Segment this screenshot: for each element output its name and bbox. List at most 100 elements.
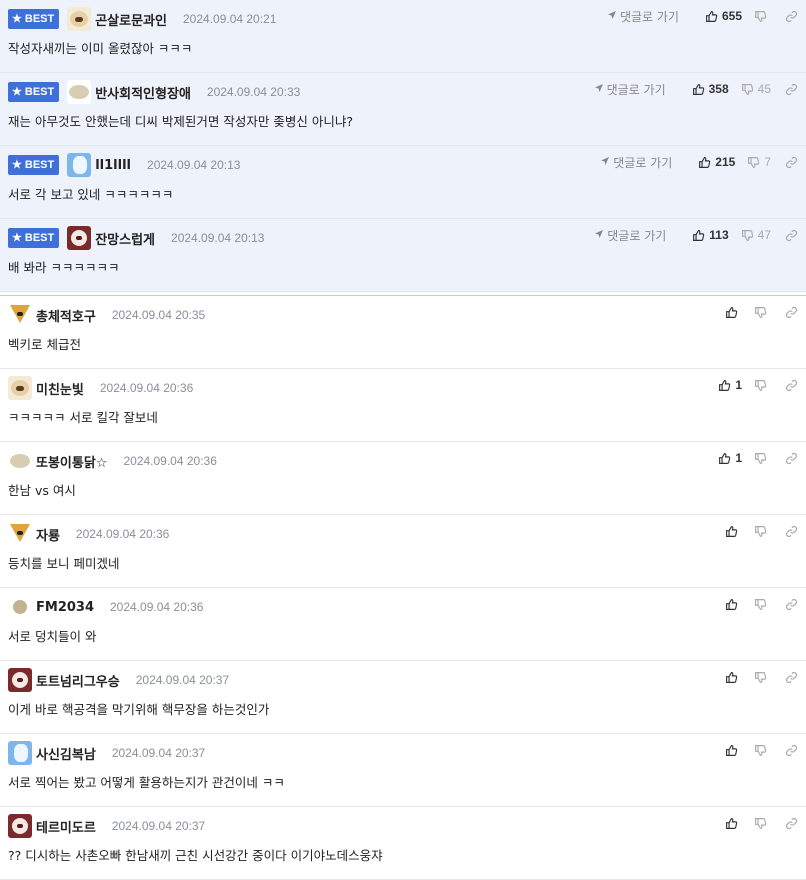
downvote-button[interactable]: 45 bbox=[741, 82, 771, 96]
copy-link-icon[interactable] bbox=[785, 525, 798, 538]
upvote-count: 1 bbox=[735, 378, 742, 392]
downvote-count: 47 bbox=[757, 228, 771, 242]
copy-link-icon[interactable] bbox=[785, 817, 798, 830]
comment-date: 2024.09.04 20:37 bbox=[111, 746, 206, 760]
upvote-button[interactable] bbox=[725, 744, 742, 757]
thumbs-down-icon bbox=[754, 306, 767, 319]
comment-header: FM2034 2024.09.04 20:36 bbox=[8, 595, 203, 619]
thumbs-down-icon bbox=[754, 598, 767, 611]
nickname[interactable]: 사신김복남 bbox=[36, 744, 96, 763]
upvote-button[interactable] bbox=[725, 525, 742, 538]
nickname[interactable]: 테르미도르 bbox=[36, 817, 96, 836]
upvote-button[interactable]: 1 bbox=[718, 378, 742, 392]
comment-header: ★ BEST ll1llll 2024.09.04 20:13 bbox=[8, 153, 240, 177]
comment-actions bbox=[713, 304, 798, 320]
thumbs-down-icon bbox=[741, 83, 754, 96]
avatar[interactable] bbox=[8, 741, 32, 765]
nickname[interactable]: 반사회적인형장애 bbox=[95, 83, 191, 102]
comment-date: 2024.09.04 20:36 bbox=[123, 454, 217, 468]
send-arrow-icon bbox=[607, 9, 617, 23]
avatar[interactable] bbox=[8, 376, 32, 400]
comment-text: 한남 vs 여시 bbox=[8, 483, 76, 498]
thumbs-down-icon bbox=[754, 744, 767, 757]
avatar[interactable] bbox=[8, 814, 32, 838]
avatar[interactable] bbox=[67, 80, 92, 104]
thumbs-up-icon bbox=[698, 156, 711, 169]
nickname[interactable]: 총체적호구 bbox=[36, 306, 96, 325]
upvote-button[interactable]: 1 bbox=[718, 451, 742, 465]
copy-link-icon[interactable] bbox=[785, 598, 798, 611]
copy-link-icon[interactable] bbox=[785, 452, 798, 465]
send-arrow-icon bbox=[600, 155, 610, 169]
thumbs-down-icon bbox=[754, 452, 767, 465]
goto-comment-link[interactable]: 댓글로 가기 bbox=[607, 8, 679, 25]
nickname[interactable]: ll1llll bbox=[95, 158, 131, 173]
copy-link-icon[interactable] bbox=[785, 379, 798, 392]
upvote-button[interactable]: 358 bbox=[692, 82, 729, 96]
comment-actions bbox=[713, 815, 798, 831]
avatar[interactable] bbox=[67, 226, 92, 250]
copy-link-icon[interactable] bbox=[785, 744, 798, 757]
thumbs-up-icon bbox=[705, 10, 718, 23]
copy-link-icon[interactable] bbox=[785, 83, 798, 96]
best-badge: ★ BEST bbox=[8, 155, 60, 175]
goto-comment-link[interactable]: 댓글로 가기 bbox=[594, 81, 666, 98]
goto-comment-link[interactable]: 댓글로 가기 bbox=[594, 227, 666, 244]
avatar[interactable] bbox=[8, 522, 32, 546]
downvote-count: 7 bbox=[764, 155, 771, 169]
comment-date: 2024.09.04 20:21 bbox=[182, 12, 277, 26]
comment-text: 서로 각 보고 있네 ㅋㅋㅋㅋㅋㅋ bbox=[8, 187, 174, 202]
avatar[interactable] bbox=[8, 303, 32, 327]
nickname[interactable]: 미친눈빛 bbox=[36, 379, 84, 398]
downvote-button[interactable] bbox=[754, 10, 771, 23]
thumbs-up-icon bbox=[725, 525, 738, 538]
downvote-button[interactable] bbox=[754, 598, 771, 611]
thumbs-up-icon bbox=[718, 379, 731, 392]
nickname[interactable]: FM2034 bbox=[36, 600, 94, 615]
upvote-button[interactable]: 655 bbox=[705, 9, 742, 23]
upvote-button[interactable]: 113 bbox=[692, 228, 729, 242]
copy-link-icon[interactable] bbox=[785, 229, 798, 242]
avatar[interactable] bbox=[67, 7, 92, 31]
best-comment: ★ BEST 반사회적인형장애 2024.09.04 20:33 댓글로 가기 358 45… bbox=[0, 73, 806, 146]
avatar[interactable] bbox=[8, 668, 32, 692]
comment-date: 2024.09.04 20:13 bbox=[171, 231, 265, 245]
nickname[interactable]: 곤살로문과인 bbox=[95, 10, 167, 29]
downvote-button[interactable] bbox=[754, 452, 771, 465]
comment: 테르미도르 2024.09.04 20:37 ?? 디시하는 사촌오빠 한남새끼 근… bbox=[0, 807, 806, 880]
downvote-button[interactable] bbox=[754, 671, 771, 684]
copy-link-icon[interactable] bbox=[785, 156, 798, 169]
thumbs-down-icon bbox=[741, 229, 754, 242]
downvote-button[interactable]: 7 bbox=[747, 155, 771, 169]
comment-date: 2024.09.04 20:36 bbox=[110, 600, 204, 614]
avatar[interactable] bbox=[8, 449, 32, 473]
avatar[interactable] bbox=[8, 595, 32, 619]
nickname[interactable]: 잔망스럽게 bbox=[95, 229, 155, 248]
nickname[interactable]: 자룡 bbox=[36, 525, 60, 544]
comment: 토트넘리그우승 2024.09.04 20:37 이게 바로 핵공격을 막기위해 핵… bbox=[0, 661, 806, 734]
downvote-button[interactable] bbox=[754, 525, 771, 538]
upvote-button[interactable] bbox=[725, 598, 742, 611]
upvote-button[interactable] bbox=[725, 817, 742, 830]
downvote-button[interactable] bbox=[754, 379, 771, 392]
upvote-button[interactable] bbox=[725, 306, 742, 319]
copy-link-icon[interactable] bbox=[785, 671, 798, 684]
avatar[interactable] bbox=[67, 153, 92, 177]
comment-text: ?? 디시하는 사촌오빠 한남새끼 근친 시선강간 중이다 이기야노데스웅쟈 bbox=[8, 848, 383, 863]
downvote-button[interactable]: 47 bbox=[741, 228, 771, 242]
best-comment: ★ BEST 곤살로문과인 2024.09.04 20:21 댓글로 가기 655 작성자새… bbox=[0, 0, 806, 73]
downvote-button[interactable] bbox=[754, 306, 771, 319]
nickname[interactable]: 토트넘리그우승 bbox=[36, 671, 120, 690]
goto-comment-link[interactable]: 댓글로 가기 bbox=[600, 154, 672, 171]
downvote-button[interactable] bbox=[754, 744, 771, 757]
downvote-button[interactable] bbox=[754, 817, 771, 830]
copy-link-icon[interactable] bbox=[785, 306, 798, 319]
upvote-button[interactable]: 215 bbox=[698, 155, 735, 169]
upvote-button[interactable] bbox=[725, 671, 742, 684]
nickname[interactable]: 또봉이통닭☆ bbox=[36, 452, 107, 471]
copy-link-icon[interactable] bbox=[785, 10, 798, 23]
comment-date: 2024.09.04 20:33 bbox=[206, 85, 301, 99]
comment-actions: 1 bbox=[706, 450, 798, 466]
comment-header: ★ BEST 곤살로문과인 2024.09.04 20:21 bbox=[8, 7, 276, 31]
comment-list: ★ BEST 곤살로문과인 2024.09.04 20:21 댓글로 가기 655 작성자새… bbox=[0, 0, 806, 880]
